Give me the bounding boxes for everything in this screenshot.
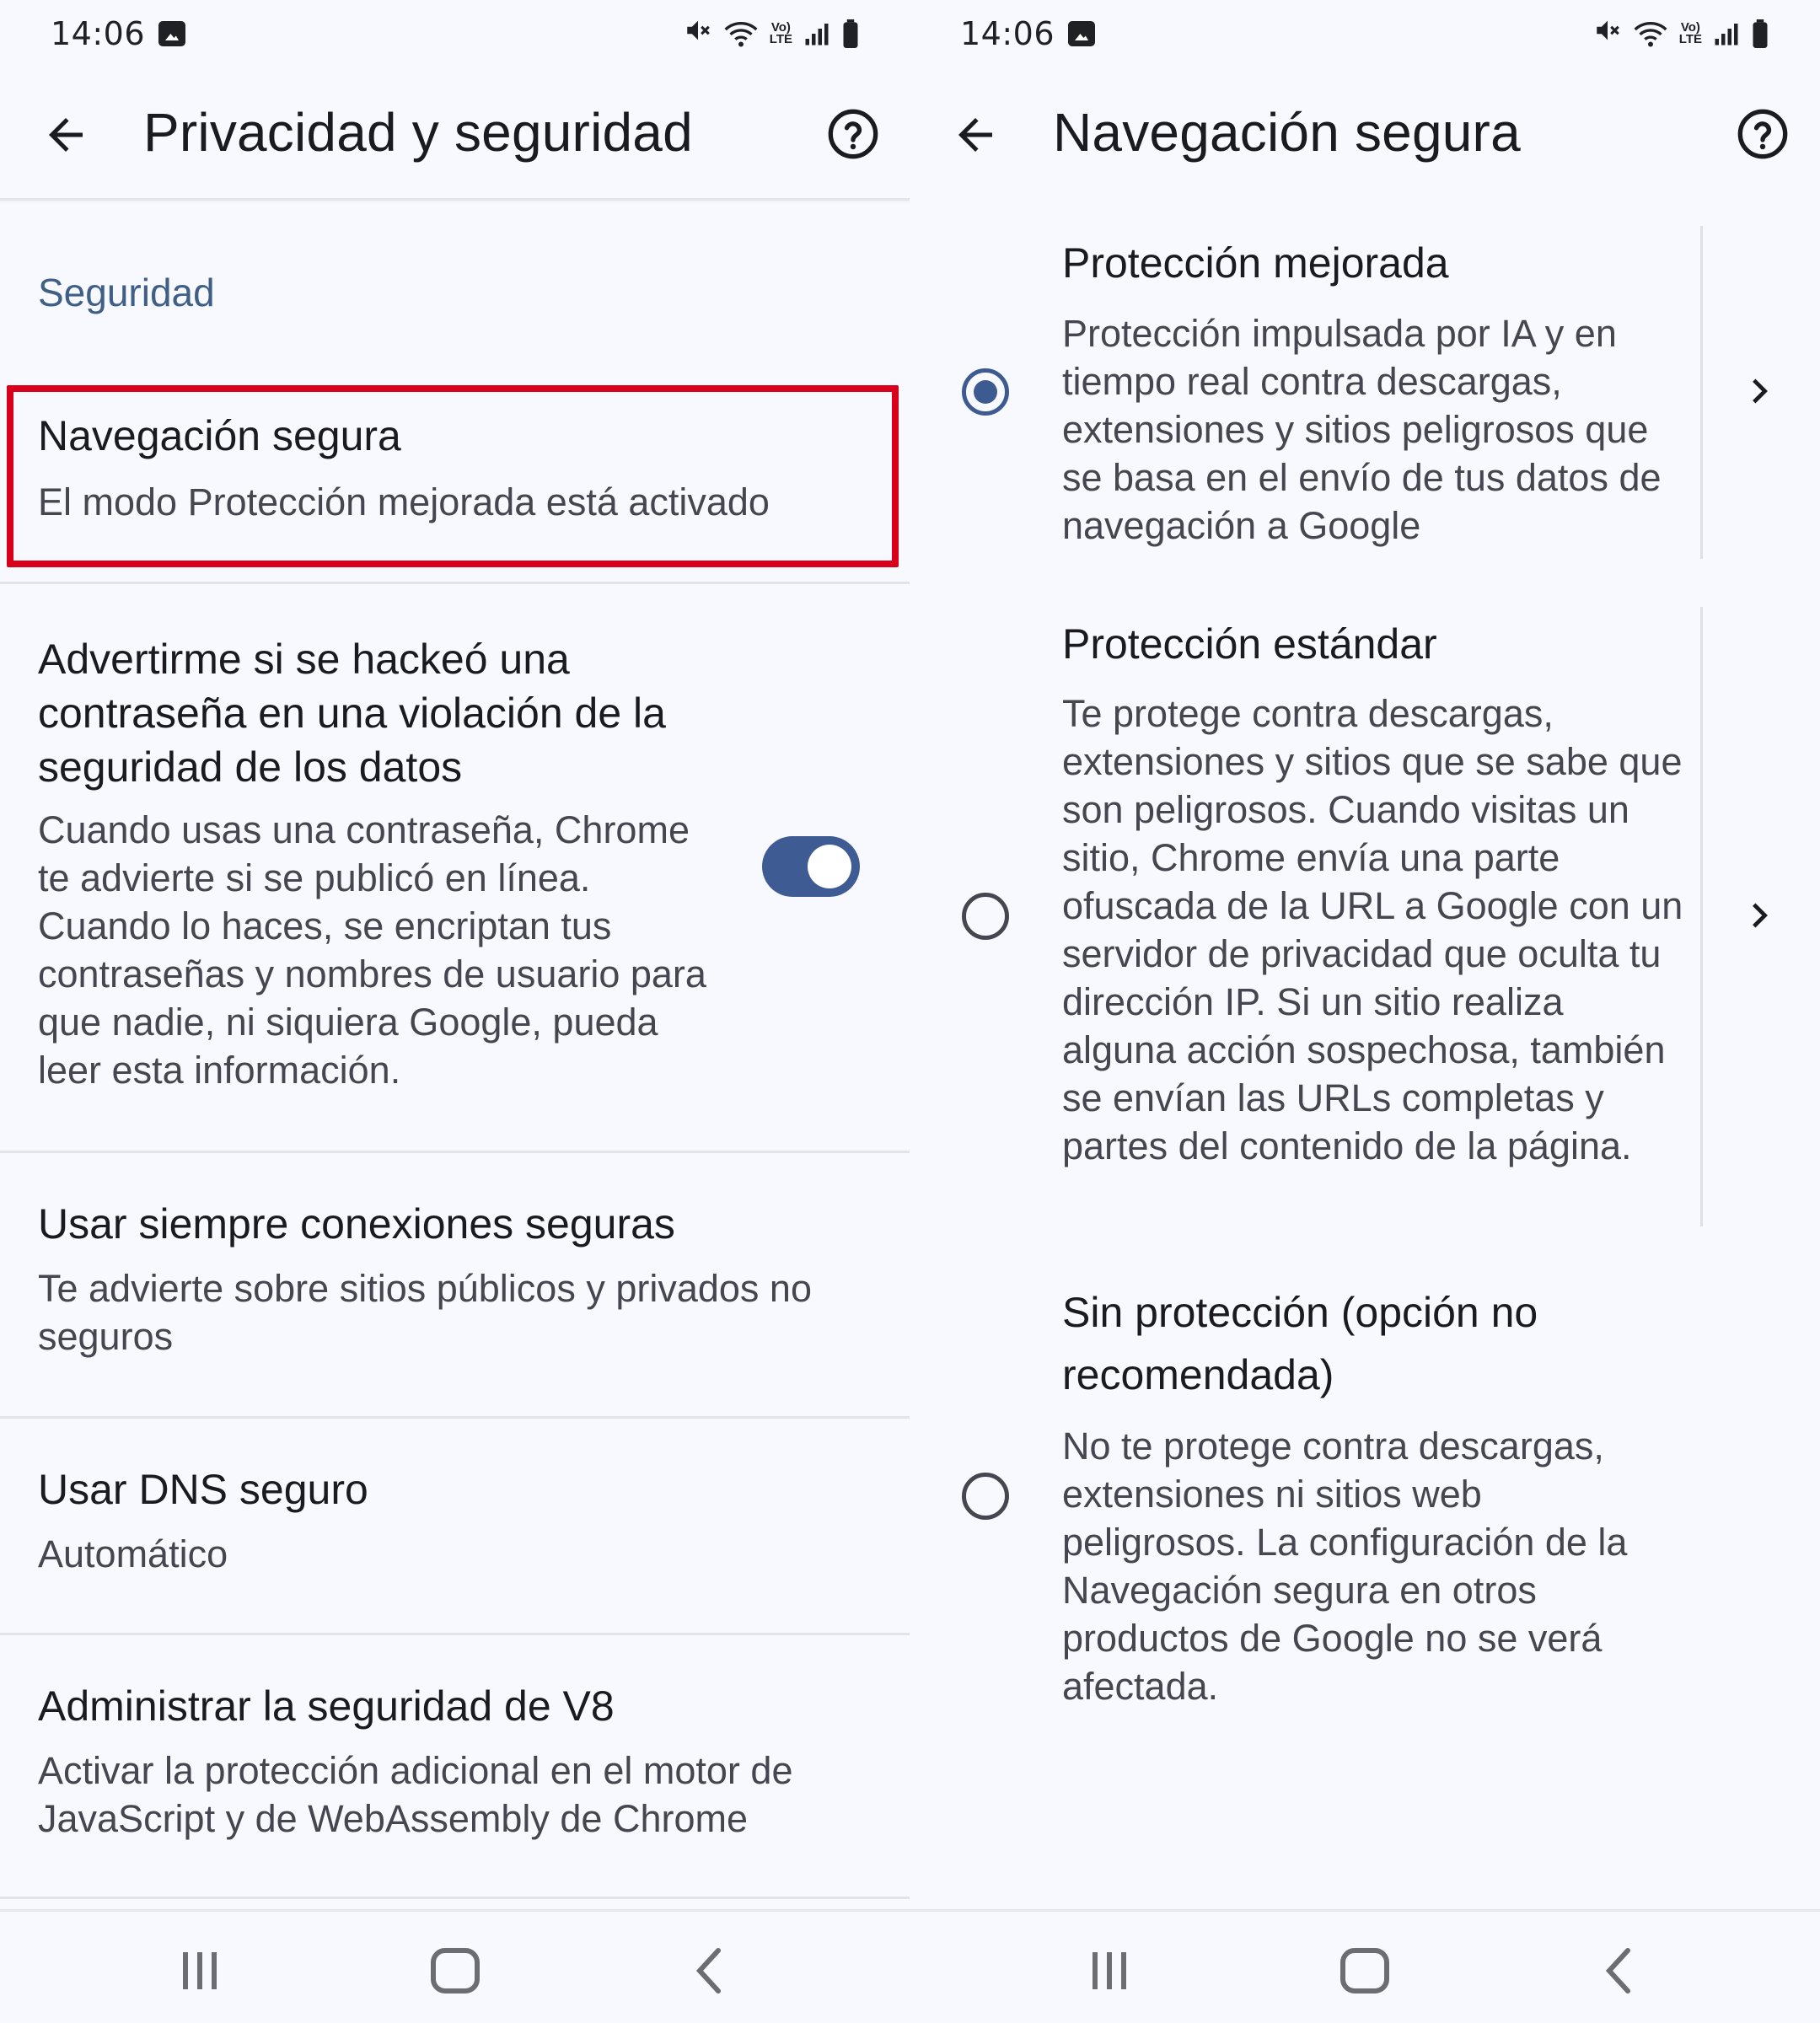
safe-browsing-screen: 14:06 Vo) LTE Navegación segura Protecci… [910,0,1820,2023]
recent-apps-icon[interactable] [1082,1945,1136,1996]
system-nav-bar [910,1909,1820,2023]
option-no-protection-description: No te protege contra descargas, extensio… [1062,1425,1628,1708]
pref-summary: Activar la protección adicional en el mo… [38,1749,793,1840]
recent-apps-icon[interactable] [173,1945,227,1996]
home-icon[interactable] [1338,1945,1392,1996]
divider [0,1416,910,1419]
status-time: 14:06 [960,15,1055,52]
toggle-knob [808,845,851,888]
wifi-icon [1634,19,1667,48]
mute-icon [684,16,712,52]
vertical-divider [1700,226,1703,559]
help-circle-icon[interactable] [826,107,880,161]
wifi-icon [724,19,758,48]
help-circle-icon[interactable] [1736,107,1790,161]
divider [0,582,910,584]
secure-dns-item[interactable]: Usar DNS seguro Automático [0,1462,910,1578]
pref-summary: Automático [38,1532,228,1575]
pref-summary: Te advierte sobre sitios públicos y priv… [38,1267,812,1358]
gallery-notification-icon [1068,21,1096,46]
privacy-security-screen: 14:06 Vo) LTE Privacidad y seguridad Seg… [0,0,910,2023]
mute-icon [1593,16,1622,52]
back-icon[interactable] [683,1945,737,1996]
highlight-box [7,385,899,567]
section-header-security: Seguridad [38,271,215,314]
status-icons: Vo) LTE [1593,16,1769,52]
system-nav-bar [0,1909,910,2023]
password-leak-item[interactable]: Advertirme si se hackeó una contraseña e… [0,632,742,1094]
option-enhanced-description: Protección impulsada por IA y en tiempo … [1062,312,1662,547]
status-time: 14:06 [51,15,146,52]
volte-icon: Vo) LTE [769,20,792,46]
pref-title: Usar DNS seguro [38,1466,368,1513]
pref-summary: Cuando usas una contraseña, Chrome te ad… [38,808,706,1092]
page-title: Privacidad y seguridad [143,102,693,163]
option-standard-description: Te protege contra descargas, extensiones… [1062,692,1683,1167]
chevron-right-icon[interactable] [1741,897,1778,934]
gallery-notification-icon [158,21,186,46]
divider [0,1633,910,1635]
arrow-left-icon[interactable] [40,110,91,160]
volte-icon: Vo) LTE [1678,20,1702,46]
page-title: Navegación segura [1053,102,1521,163]
battery-icon [841,19,860,48]
status-icons: Vo) LTE [684,16,860,52]
chevron-right-icon[interactable] [1741,373,1778,410]
option-standard-title: Protección estándar [1062,620,1437,668]
option-enhanced-title: Protección mejorada [1062,239,1449,287]
https-first-item[interactable]: Usar siempre conexiones seguras Te advie… [0,1197,877,1360]
divider [0,1897,910,1899]
password-leak-toggle[interactable] [762,836,860,897]
radio-enhanced-protection[interactable] [962,368,1009,416]
vertical-divider [1700,607,1703,1226]
arrow-left-icon[interactable] [950,110,1001,160]
app-bar: Privacidad y seguridad [0,67,910,201]
pref-title: Advertirme si se hackeó una contraseña e… [38,636,666,791]
status-bar: 14:06 Vo) LTE [910,0,1820,67]
home-icon[interactable] [428,1945,482,1996]
signal-icon [804,21,829,46]
pref-title: Administrar la seguridad de V8 [38,1682,615,1730]
divider [0,1151,910,1153]
status-bar: 14:06 Vo) LTE [0,0,910,67]
v8-security-item[interactable]: Administrar la seguridad de V8 Activar l… [0,1679,877,1843]
back-icon[interactable] [1592,1945,1646,1996]
option-no-protection-title: Sin protección (opción no recomendada) [1062,1289,1538,1398]
radio-standard-protection[interactable] [962,893,1009,940]
app-bar: Navegación segura [910,67,1820,201]
radio-no-protection[interactable] [962,1473,1009,1520]
signal-icon [1714,21,1739,46]
battery-icon [1751,19,1769,48]
pref-title: Usar siempre conexiones seguras [38,1200,675,1248]
